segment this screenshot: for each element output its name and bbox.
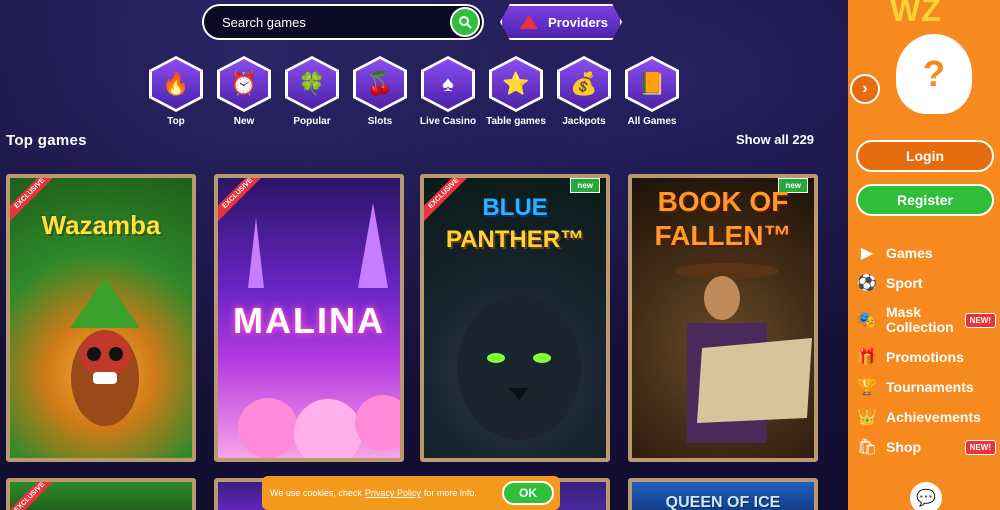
category-top[interactable]: 🔥 Top [142, 56, 210, 127]
menu-item-tournaments[interactable]: 🏆 Tournaments [856, 372, 998, 402]
crown-icon: 👑 [857, 409, 877, 426]
cookie-ok-button[interactable]: OK [502, 481, 554, 505]
game-card-blue-panther[interactable]: EXCLUSIVE new BLUE PANTHER™ [420, 174, 610, 462]
panther-icon [457, 296, 581, 440]
category-label: Live Casino [419, 116, 477, 127]
collapse-panel-button[interactable]: › [850, 74, 880, 104]
shop-bag-icon: 🛍 [856, 439, 878, 456]
providers-icon [520, 15, 538, 29]
menu-item-games[interactable]: ▶ Games [856, 238, 998, 268]
new-badge: NEW! [964, 439, 996, 455]
game-card-book-of-fallen[interactable]: new BOOK OF FALLEN™ [628, 174, 818, 462]
search-button[interactable] [450, 7, 480, 37]
login-button[interactable]: Login [856, 140, 994, 172]
category-slots[interactable]: 🍒 Slots [346, 56, 414, 127]
category-label: Table games [486, 116, 546, 127]
star-icon: ⭐ [492, 59, 540, 109]
menu-item-shop[interactable]: 🛍 Shop NEW! [856, 432, 998, 462]
game-card-malina[interactable]: EXCLUSIVE MALINA [214, 174, 404, 462]
menu-item-promotions[interactable]: 🎁 Promotions [856, 342, 998, 372]
privacy-policy-link[interactable]: Privacy Policy [365, 488, 421, 498]
card-spade-icon: ♠ [424, 59, 472, 109]
menu-item-label-line: Mask [886, 304, 922, 320]
book-icon: 📙 [628, 59, 676, 109]
avatar-icon: ? [896, 34, 972, 114]
category-jackpots[interactable]: 💰 Jackpots [550, 56, 618, 127]
clock-icon: ⏰ [220, 59, 268, 109]
trophy-icon: 🏆 [857, 379, 877, 396]
search-icon [459, 16, 472, 29]
category-label: Popular [293, 116, 331, 127]
category-label: Slots [367, 116, 393, 127]
games-play-icon: ▶ [860, 245, 874, 262]
tiki-mask-icon [70, 278, 140, 426]
soccer-ball-icon: ⚽ [857, 275, 877, 292]
menu-item-label: Tournaments [886, 378, 974, 395]
cookie-banner: We use cookies, check Privacy Policy for… [262, 476, 560, 510]
show-all-link[interactable]: Show all 229 [736, 132, 814, 147]
menu-item-label: Sport [886, 274, 923, 291]
search-bar[interactable] [202, 4, 484, 40]
game-card[interactable]: EXCLUSIVE [6, 478, 196, 510]
gift-icon: 🎁 [857, 349, 877, 366]
cherry-icon: 🍒 [356, 59, 404, 109]
category-popular[interactable]: 🍀 Popular [278, 56, 346, 127]
search-input[interactable] [222, 14, 442, 30]
chat-button[interactable]: 💬 [910, 482, 942, 510]
chevron-right-icon: › [862, 80, 868, 97]
menu-item-mask-collection[interactable]: 🎭 Mask Collection NEW! [856, 298, 998, 342]
menu-item-label: Achievements [886, 408, 981, 425]
category-label: New [233, 116, 255, 127]
category-new[interactable]: ⏰ New [210, 56, 278, 127]
menu-item-label: Shop [886, 438, 921, 455]
game-card-wazamba[interactable]: EXCLUSIVE Wazamba [6, 174, 196, 462]
providers-button[interactable]: Providers [500, 4, 622, 40]
game-title: QUEEN OF ICE [665, 494, 781, 510]
providers-label: Providers [548, 14, 608, 30]
cookie-text: for more info. [423, 488, 477, 498]
money-bag-icon: 💰 [560, 59, 608, 109]
game-card-queen-of-ice[interactable]: QUEEN OF ICE [628, 478, 818, 510]
menu-item-sport[interactable]: ⚽ Sport [856, 268, 998, 298]
mask-collection-icon: 🎭 [857, 312, 877, 329]
menu-item-label-line: Collection [886, 319, 954, 335]
category-label: Top [167, 116, 185, 127]
category-label: Jackpots [562, 116, 606, 127]
cookie-text: We use cookies, check [270, 488, 362, 498]
section-title: Top games [6, 132, 87, 149]
fire-icon: 🔥 [152, 59, 200, 109]
menu-item-achievements[interactable]: 👑 Achievements [856, 402, 998, 432]
logo: WZ [890, 0, 942, 28]
explorer-icon [675, 258, 812, 443]
exclusive-badge: EXCLUSIVE [10, 482, 58, 510]
category-table-games[interactable]: ⭐ Table games [482, 56, 550, 127]
new-badge: NEW! [964, 312, 996, 328]
register-button[interactable]: Register [856, 184, 994, 216]
category-live-casino[interactable]: ♠ Live Casino [414, 56, 482, 127]
chat-bubble-icon: 💬 [916, 490, 936, 507]
menu-item-label: Promotions [886, 348, 964, 365]
menu-item-label: Mask Collection [886, 305, 954, 335]
category-label: All Games [627, 116, 677, 127]
category-bar: 🔥 Top ⏰ New 🍀 Popular 🍒 Slots ♠ Live Cas… [142, 56, 686, 127]
game-title: MALINA [233, 300, 385, 341]
category-all-games[interactable]: 📙 All Games [618, 56, 686, 127]
menu-item-label: Games [886, 244, 933, 261]
clover-icon: 🍀 [288, 59, 336, 109]
side-menu: ▶ Games ⚽ Sport 🎭 Mask Collection NEW! 🎁… [856, 238, 998, 462]
